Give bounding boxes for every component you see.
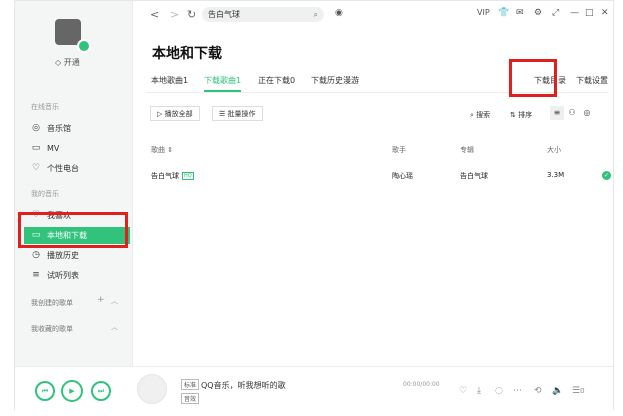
playlist-icon[interactable]: ☰0 bbox=[572, 386, 585, 396]
next-icon[interactable]: ⏭ bbox=[91, 381, 111, 401]
search-tool-label: 搜索 bbox=[476, 111, 491, 119]
column-header-size: 大小 bbox=[547, 146, 561, 154]
mini-mode-icon[interactable]: ⤢ bbox=[552, 8, 559, 18]
play-all-button[interactable]: ▷ 播放全部 bbox=[150, 106, 200, 121]
radio-icon: ♡ bbox=[31, 163, 41, 173]
sort-icon: ⇅ bbox=[510, 111, 516, 119]
batch-operation-button[interactable]: ☰ 批量操作 bbox=[212, 106, 263, 121]
previous-icon[interactable]: ⏮ bbox=[35, 381, 55, 401]
close-icon[interactable]: ✕ bbox=[601, 8, 609, 18]
play-icon: ▷ bbox=[157, 110, 163, 118]
search-tool[interactable]: ⌕ 搜索 bbox=[470, 110, 490, 120]
tab-local-songs[interactable]: 本地歌曲1 bbox=[151, 75, 188, 86]
play-pause-icon[interactable]: ▶ bbox=[61, 380, 83, 402]
back-arrow-icon[interactable]: < bbox=[150, 8, 159, 21]
highlight-box bbox=[509, 59, 557, 97]
minimize-icon[interactable]: — bbox=[570, 8, 579, 18]
song-cell: 告白气球 HQ bbox=[151, 171, 194, 181]
album-cover[interactable] bbox=[137, 374, 167, 404]
list-view-icon[interactable]: ≡ bbox=[550, 106, 564, 120]
volume-icon[interactable]: 🔈 bbox=[552, 386, 563, 396]
album-cell[interactable]: 告白气球 bbox=[460, 171, 488, 181]
sidebar-item-label: 音乐馆 bbox=[47, 124, 71, 133]
search-value: 告白气球 bbox=[208, 10, 240, 19]
vip-open-link[interactable]: ◇ 开通 bbox=[55, 57, 80, 68]
chevron-up-icon[interactable]: ︿ bbox=[111, 322, 118, 332]
list-icon: ≡ bbox=[32, 270, 40, 280]
page-title: 本地和下载 bbox=[152, 46, 222, 62]
search-icon[interactable]: ⌕ bbox=[314, 7, 318, 22]
sidebar-item-label: 个性电台 bbox=[47, 164, 79, 173]
refresh-icon[interactable]: ↻ bbox=[187, 8, 196, 21]
playlist-count: 0 bbox=[580, 387, 585, 395]
effect-tag[interactable]: 音效 bbox=[181, 393, 200, 404]
forward-arrow-icon[interactable]: > bbox=[170, 8, 179, 21]
collected-playlists-heading[interactable]: 我收藏的歌单 bbox=[31, 324, 73, 334]
play-mode-icon[interactable]: ⟲ bbox=[534, 386, 542, 396]
player-bar: ⏮ ▶ ⏭ 标准 音效 QQ音乐，听我想听的歌 00:00/00:00 ♡ ⤓ … bbox=[15, 366, 613, 410]
album-view-icon[interactable]: ◎ bbox=[580, 106, 594, 120]
play-time: 00:00/00:00 bbox=[403, 381, 440, 388]
sidebar-item-label: 试听列表 bbox=[47, 271, 79, 280]
download-settings-link[interactable]: 下载设置 bbox=[576, 75, 608, 86]
now-playing-text: QQ音乐，听我想听的歌 bbox=[201, 381, 286, 390]
search-input[interactable]: 告白气球 ⌕ bbox=[202, 7, 324, 22]
vip-link[interactable]: VIP bbox=[477, 8, 490, 17]
created-playlists-heading[interactable]: 我创建的歌单 bbox=[31, 298, 73, 308]
skin-icon[interactable]: 👕 bbox=[498, 8, 509, 18]
column-header-song[interactable]: 歌曲 ⇕ bbox=[151, 145, 173, 155]
play-all-label: 播放全部 bbox=[164, 110, 193, 118]
app-window: ◇ 开通 在线音乐 ◎ 音乐馆 ▭ MV ♡ 个性电台 我的音乐 ♡ 我喜欢 ▭ 本地和下… bbox=[14, 0, 614, 410]
add-playlist-icon[interactable]: + bbox=[97, 295, 105, 305]
diamond-icon: ◇ bbox=[55, 58, 62, 67]
download-icon[interactable]: ⤓ bbox=[477, 386, 481, 396]
avatar[interactable] bbox=[55, 19, 81, 45]
heart-icon[interactable]: ♡ bbox=[459, 386, 467, 396]
sidebar-item-history[interactable]: ◷ 播放历史 bbox=[31, 247, 121, 264]
quality-badge: HQ bbox=[182, 172, 194, 180]
sidebar: ◇ 开通 在线音乐 ◎ 音乐馆 ▭ MV ♡ 个性电台 我的音乐 ♡ 我喜欢 ▭ 本地和下… bbox=[15, 1, 133, 366]
sidebar-item-mv[interactable]: ▭ MV bbox=[31, 140, 121, 157]
online-badge-icon bbox=[77, 39, 91, 53]
quality-tag[interactable]: 标准 bbox=[181, 379, 200, 390]
maximize-icon[interactable]: □ bbox=[585, 8, 594, 18]
sidebar-item-label: 播放历史 bbox=[47, 251, 79, 260]
batch-icon: ☰ bbox=[219, 110, 226, 118]
size-cell: 3.3M bbox=[547, 171, 565, 179]
sort-label: 排序 bbox=[518, 111, 533, 119]
column-header-album: 专辑 bbox=[460, 146, 474, 154]
artist-cell[interactable]: 陶心瑶 bbox=[392, 171, 413, 181]
history-icon: ◷ bbox=[32, 250, 40, 260]
top-bar: < > ↻ 告白气球 ⌕ ◉ VIP 👕 ✉ ⚙ ⤢ — □ ✕ bbox=[132, 1, 613, 29]
chevron-up-icon[interactable]: ︿ bbox=[111, 296, 118, 306]
more-icon[interactable]: ⋯ bbox=[513, 386, 522, 396]
highlight-box bbox=[18, 212, 128, 248]
my-music-heading: 我的音乐 bbox=[31, 190, 59, 198]
music-hall-icon: ◎ bbox=[32, 123, 40, 133]
sort-tool[interactable]: ⇅ 排序 bbox=[510, 110, 532, 120]
mail-icon[interactable]: ✉ bbox=[516, 8, 524, 18]
downloaded-check-icon: ✓ bbox=[602, 171, 611, 180]
sidebar-item-radio[interactable]: ♡ 个性电台 bbox=[31, 160, 121, 177]
search-icon: ⌕ bbox=[470, 111, 474, 119]
column-header-artist: 歌手 bbox=[392, 146, 406, 154]
song-title: 告白气球 bbox=[151, 172, 179, 180]
tab-download-history[interactable]: 下载历史漫游 bbox=[311, 75, 359, 86]
vip-label: 开通 bbox=[63, 58, 80, 67]
online-music-heading: 在线音乐 bbox=[31, 103, 59, 111]
sidebar-item-label: MV bbox=[47, 144, 60, 153]
comment-icon[interactable]: ◌ bbox=[495, 386, 503, 396]
main-panel: < > ↻ 告白气球 ⌕ ◉ VIP 👕 ✉ ⚙ ⤢ — □ ✕ 本地和下载 本地… bbox=[132, 1, 613, 366]
tab-downloaded-songs[interactable]: 下载歌曲1 bbox=[204, 75, 242, 92]
sidebar-item-trial-list[interactable]: ≡ 试听列表 bbox=[31, 267, 121, 284]
sidebar-item-music-hall[interactable]: ◎ 音乐馆 bbox=[31, 120, 121, 137]
mv-icon: ▭ bbox=[31, 143, 41, 153]
settings-icon[interactable]: ⚙ bbox=[534, 8, 542, 18]
mic-icon[interactable]: ◉ bbox=[335, 8, 343, 18]
artist-view-icon[interactable]: ⚇ bbox=[565, 106, 579, 120]
tab-downloading[interactable]: 正在下载0 bbox=[258, 75, 295, 86]
batch-label: 批量操作 bbox=[227, 110, 256, 118]
column-header-label: 歌曲 bbox=[151, 146, 165, 154]
